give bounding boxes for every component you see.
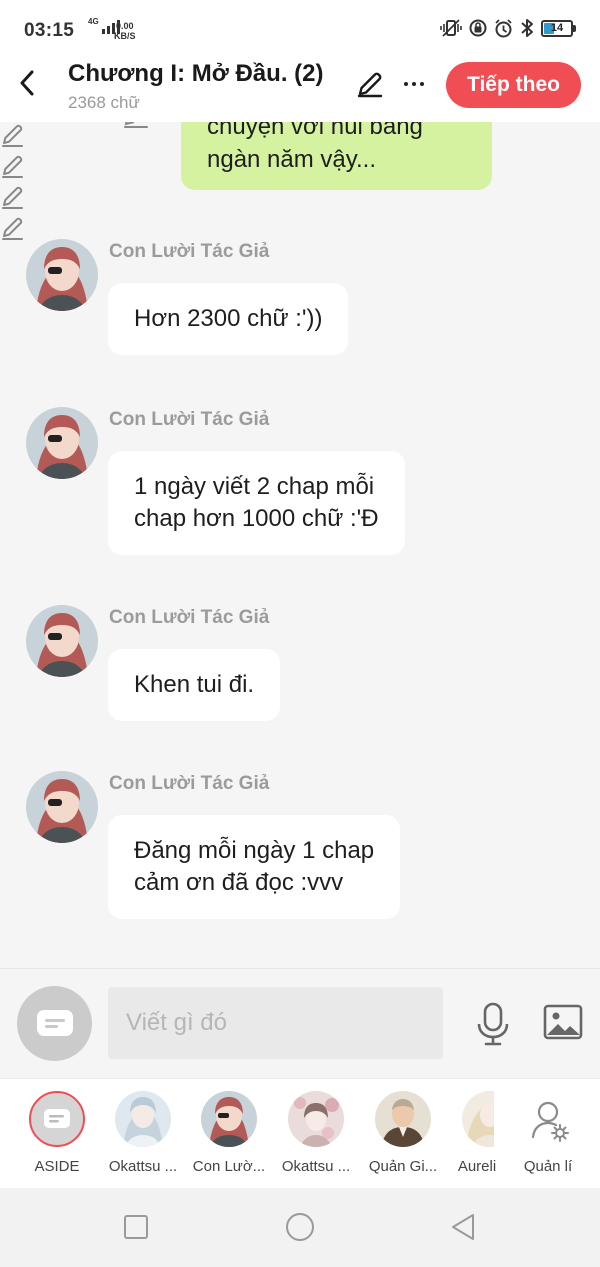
avatar[interactable]	[26, 605, 98, 677]
chapter-header: Chương I: Mở Đầu. (2) 2368 chữ Tiếp theo	[0, 60, 600, 122]
character-selector: ASIDE Okattsu ... Con Lườ... Okattsu ...…	[0, 1078, 600, 1188]
character-item[interactable]: Con Lườ...	[187, 1079, 271, 1189]
character-item[interactable]: Okattsu ...	[274, 1079, 358, 1189]
aside-avatar	[29, 1091, 85, 1147]
character-item[interactable]: Okattsu ...	[101, 1079, 185, 1189]
character-avatar	[462, 1091, 494, 1147]
edit-message-button[interactable]	[0, 215, 600, 246]
bluetooth-icon	[521, 19, 533, 37]
network-speed: 0.00 KB/S	[114, 21, 136, 41]
battery-icon: 14	[541, 19, 576, 37]
chat-area[interactable]: chuyện với núi băng ngàn năm vậy... Con …	[0, 122, 600, 968]
character-item[interactable]: Aureli	[447, 1079, 507, 1189]
character-label: ASIDE	[34, 1158, 80, 1175]
pencil-icon	[2, 124, 23, 147]
avatar[interactable]	[26, 239, 98, 311]
character-aside[interactable]: ASIDE	[15, 1079, 99, 1189]
system-nav-bar	[0, 1188, 600, 1267]
own-message-bubble[interactable]: chuyện với núi băng ngàn năm vậy...	[181, 122, 492, 190]
message-bubble[interactable]: Khen tui đi.	[108, 649, 281, 721]
message-author: Con Lười Tác Giả	[109, 409, 270, 430]
character-item[interactable]: Quản Gi...	[361, 1079, 445, 1189]
home-button[interactable]	[285, 1212, 315, 1242]
avatar[interactable]	[26, 407, 98, 479]
speed-value: 0.00	[115, 21, 134, 31]
back-button[interactable]	[14, 68, 40, 98]
pencil-icon	[357, 72, 383, 98]
data-saver-icon	[469, 19, 487, 37]
triangle-back-icon	[452, 1214, 474, 1240]
aside-toggle-button[interactable]	[17, 986, 92, 1061]
character-avatar	[288, 1091, 344, 1147]
character-label: Okattsu ...	[281, 1158, 351, 1175]
character-label: Okattsu ...	[108, 1158, 178, 1175]
status-bar: 03:15 4G 0.00 KB/S 14	[0, 0, 600, 62]
pencil-icon	[2, 217, 23, 240]
edit-chapter-button[interactable]	[354, 68, 386, 100]
chapter-title: Chương I: Mở Đầu. (2)	[68, 60, 324, 87]
character-label: Quản lí	[523, 1158, 573, 1175]
recent-apps-button[interactable]	[121, 1212, 151, 1242]
character-avatar	[375, 1091, 431, 1147]
chat-bubble-icon	[44, 1109, 70, 1128]
message-author: Con Lười Tác Giả	[109, 773, 270, 794]
vibrate-icon	[440, 19, 462, 37]
pencil-icon[interactable]	[122, 122, 152, 130]
network-type: 4G	[88, 17, 99, 26]
image-attach-button[interactable]	[541, 1002, 585, 1042]
word-count: 2368 chữ	[68, 93, 140, 112]
battery-level: 14	[550, 22, 564, 34]
more-options-button[interactable]	[398, 68, 430, 100]
character-label: Con Lườ...	[192, 1158, 266, 1175]
composer-bar	[0, 968, 600, 1078]
image-icon	[543, 1004, 583, 1040]
pencil-icon	[2, 186, 23, 209]
manage-icon	[520, 1091, 576, 1147]
chat-bubble-icon	[36, 1009, 73, 1036]
avatar[interactable]	[26, 771, 98, 843]
status-time: 03:15	[24, 20, 75, 41]
chevron-left-icon	[20, 70, 34, 96]
own-message-text: chuyện với núi băng ngàn năm vậy...	[207, 122, 423, 173]
message-input[interactable]	[108, 987, 443, 1059]
voice-input-button[interactable]	[473, 1001, 513, 1047]
character-avatar	[115, 1091, 171, 1147]
speed-unit: KB/S	[114, 31, 136, 41]
message-bubble[interactable]: Đăng mỗi ngày 1 chap cảm ơn đã đọc :vvv	[108, 815, 401, 919]
circle-icon	[286, 1213, 314, 1241]
square-icon	[124, 1215, 148, 1239]
more-icon	[404, 82, 408, 86]
back-nav-button[interactable]	[448, 1212, 478, 1242]
next-chapter-button[interactable]: Tiếp theo	[446, 62, 581, 108]
message-bubble[interactable]: Hơn 2300 chữ :'))	[108, 283, 349, 355]
character-label: Quản Gi...	[368, 1158, 438, 1175]
microphone-icon	[477, 1002, 509, 1046]
pencil-icon	[2, 155, 23, 178]
alarm-icon	[495, 18, 512, 37]
character-manage[interactable]: Quản lí	[506, 1079, 590, 1189]
message-author: Con Lười Tác Giả	[109, 241, 270, 262]
message-bubble[interactable]: 1 ngày viết 2 chap mỗi chap hơn 1000 chữ…	[108, 451, 405, 555]
character-label: Aureli	[457, 1158, 497, 1175]
character-avatar	[201, 1091, 257, 1147]
message-author: Con Lười Tác Giả	[109, 607, 270, 628]
